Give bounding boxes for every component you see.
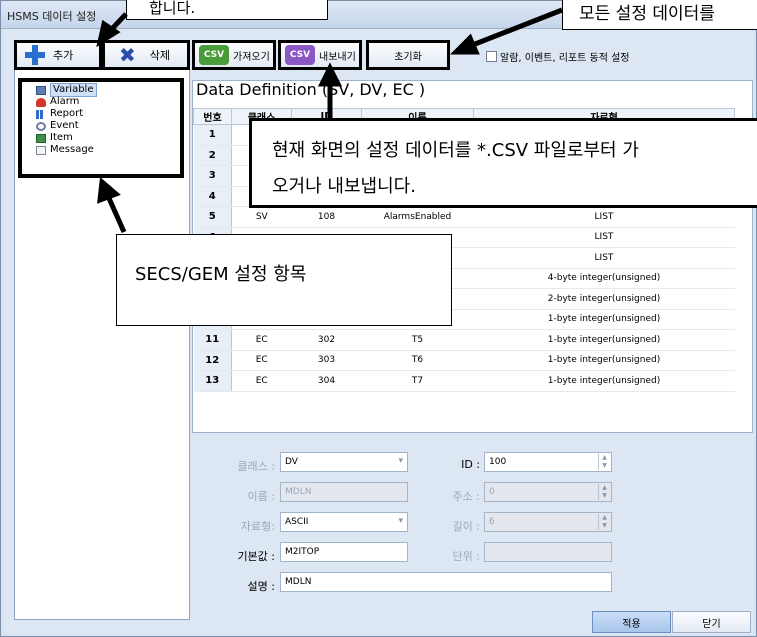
arrow-csv-head <box>317 62 343 87</box>
arrow-secs-head <box>97 177 121 204</box>
annotation-arrows <box>96 7 563 234</box>
arrow-top-right-head <box>449 33 480 55</box>
arrow-top-right-line <box>469 7 563 49</box>
arrow-secs-line <box>105 194 127 234</box>
